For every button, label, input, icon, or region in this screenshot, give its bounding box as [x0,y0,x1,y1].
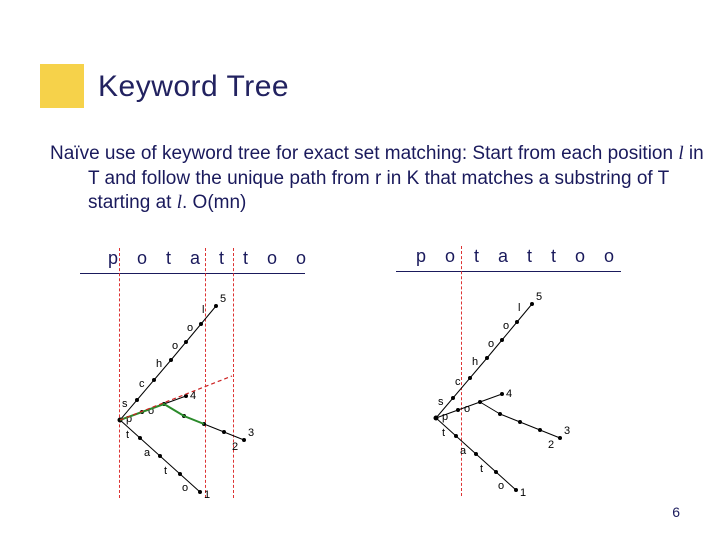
svg-text:h: h [156,358,162,370]
sequence-right-underline [396,271,621,272]
slide-body: Naïve use of keyword tree for exact set … [50,142,708,216]
body-post: . O(mn) [182,192,246,213]
svg-text:t: t [126,429,129,441]
page-number: 6 [672,504,680,520]
svg-text:5: 5 [220,293,226,305]
diagram-right: s c h o o l 5 p o 4 3 2 [398,278,628,508]
svg-text:t: t [164,465,167,477]
svg-text:l: l [202,304,204,316]
sequence-left: p o t a t t o o [108,248,313,269]
svg-text:t: t [442,427,445,439]
svg-text:o: o [182,482,188,494]
svg-text:a: a [144,447,151,459]
svg-text:o: o [187,322,193,334]
sequence-right: p o t a t t o o [416,246,621,267]
svg-text:2: 2 [548,439,554,451]
body-pre: Naïve use of keyword tree for exact set … [50,143,678,164]
svg-text:1: 1 [204,489,210,501]
svg-text:s: s [438,396,444,408]
svg-text:a: a [460,445,467,457]
keyword-tree-left: s c h o o l 5 p o 4 3 2 [82,280,312,510]
svg-text:l: l [518,302,520,314]
svg-text:c: c [139,378,145,390]
svg-text:t: t [480,463,483,475]
svg-text:4: 4 [506,388,512,400]
sequence-left-underline [80,273,305,274]
svg-text:1: 1 [520,487,526,499]
svg-text:s: s [122,398,128,410]
svg-text:3: 3 [564,425,570,437]
svg-text:o: o [488,338,494,350]
svg-text:3: 3 [248,427,254,439]
svg-text:o: o [172,340,178,352]
svg-text:c: c [455,376,461,388]
svg-text:2: 2 [232,441,238,453]
svg-text:o: o [464,403,470,415]
svg-text:o: o [498,480,504,492]
svg-text:h: h [472,356,478,368]
svg-text:o: o [503,320,509,332]
accent-square [40,64,84,108]
diagram-left: s c h o o l 5 p o 4 3 2 [82,280,312,510]
svg-text:p: p [126,413,132,425]
slide-title: Keyword Tree [98,70,289,104]
svg-text:5: 5 [536,291,542,303]
svg-text:p: p [442,411,448,423]
keyword-tree-right: s c h o o l 5 p o 4 3 2 [398,278,628,508]
